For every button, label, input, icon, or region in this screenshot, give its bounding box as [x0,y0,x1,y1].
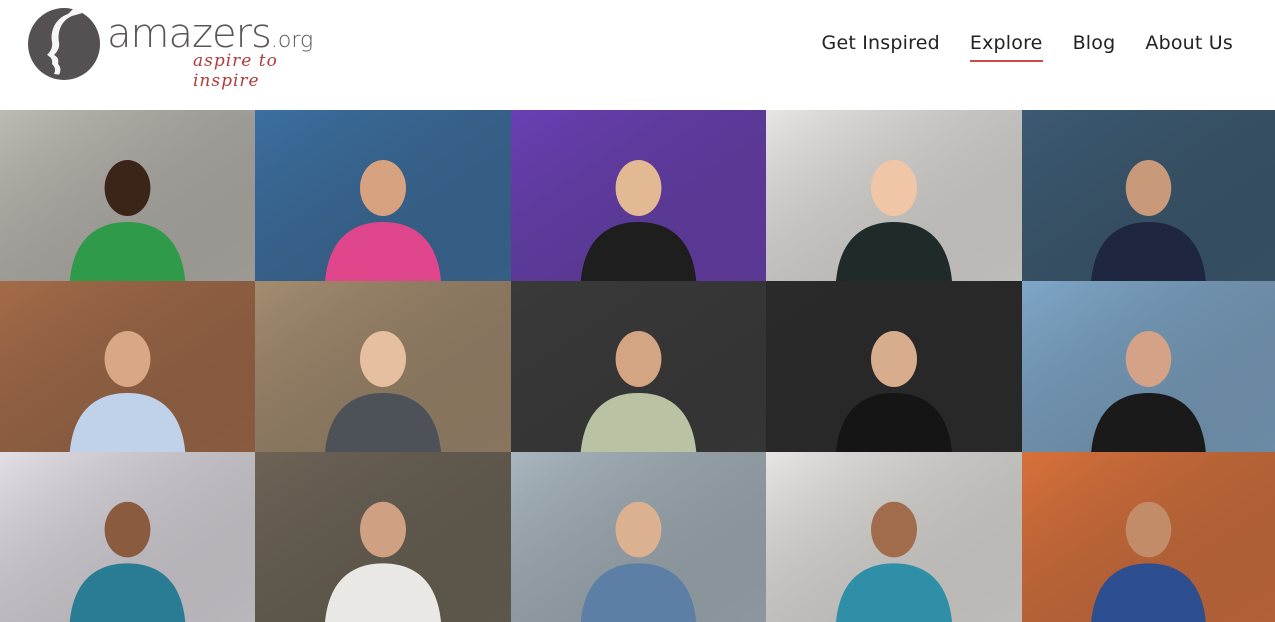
tile-pilot-airplane[interactable] [511,452,766,622]
person-head [104,160,151,216]
tile-man-sunset-jacket[interactable] [1022,452,1275,622]
tile-man-green-shirt-bicycle[interactable] [0,110,255,281]
person-head [104,331,151,387]
portrait-photo [0,110,255,281]
nav-get-inspired[interactable]: Get Inspired [822,32,940,62]
main-nav: Get Inspired Explore Blog About Us [822,32,1233,62]
portrait-photo [511,452,766,622]
tile-swimmer-wetsuit-camera[interactable] [1022,281,1275,452]
tile-couple-office[interactable] [0,281,255,452]
site-logo[interactable]: amazers.org aspire to inspire [28,8,348,91]
person-head [615,331,662,387]
person-head [1125,160,1172,216]
portrait-photo [1022,281,1275,452]
person-head [615,160,662,216]
tile-two-women-ribbons[interactable] [766,110,1022,281]
person-head [1125,331,1172,387]
person-head [1125,501,1172,558]
person-head [871,160,917,216]
tile-woman-wood-wall[interactable] [255,281,511,452]
person-head [615,501,662,558]
nav-about-us[interactable]: About Us [1145,32,1233,62]
site-header: amazers.org aspire to inspire Get Inspir… [0,0,1275,110]
portrait-photo [255,452,511,622]
person-head [360,160,406,216]
person-head [360,501,406,558]
tile-man-beanie-ocean[interactable] [1022,110,1275,281]
tile-surfer-pink-bikini[interactable] [255,110,511,281]
portrait-photo [1022,110,1275,281]
tile-woman-purple-boat[interactable] [511,110,766,281]
person-head [871,501,917,558]
portrait-photo [0,281,255,452]
nav-blog[interactable]: Blog [1073,32,1116,62]
tile-woman-sari-chair[interactable] [766,452,1022,622]
portrait-photo [766,110,1022,281]
portrait-photo [1022,452,1275,622]
amazers-photo-grid [0,110,1275,622]
nav-explore[interactable]: Explore [969,32,1043,62]
tile-man-pointing-laptop[interactable] [0,452,255,622]
tile-man-stone-wall[interactable] [255,452,511,622]
portrait-photo [766,452,1022,622]
portrait-photo [511,110,766,281]
portrait-photo [766,281,1022,452]
logo-domain-text: .org [270,28,314,53]
portrait-photo [255,110,511,281]
portrait-photo [511,281,766,452]
logo-profile-icon [28,8,100,80]
portrait-photo [255,281,511,452]
tile-man-long-hair-stripes[interactable] [511,281,766,452]
person-head [360,331,406,387]
tile-man-with-robot[interactable] [766,281,1022,452]
person-head [104,501,151,558]
person-head [871,331,917,387]
logo-tagline: aspire to inspire [193,51,278,91]
portrait-photo [0,452,255,622]
